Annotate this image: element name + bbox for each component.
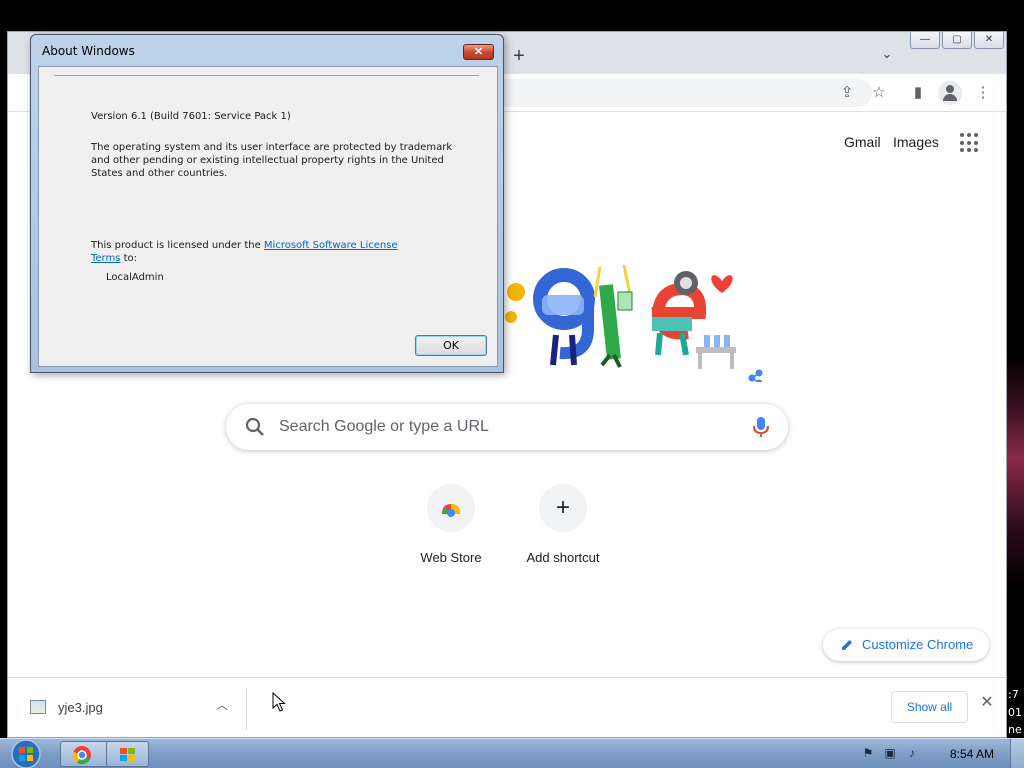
trademark-line: States and other countries. bbox=[91, 168, 228, 179]
desktop-text-fragment: ne bbox=[1008, 723, 1022, 736]
google-apps-icon[interactable] bbox=[960, 133, 980, 153]
license-terms-link[interactable]: Microsoft Software License bbox=[264, 240, 398, 251]
chrome-menu-icon[interactable]: ⋮ bbox=[972, 82, 994, 104]
windows-flag-icon bbox=[120, 748, 135, 761]
tab-search-chevron-icon[interactable]: ⌄ bbox=[878, 46, 896, 64]
bookmark-star-icon[interactable]: ☆ bbox=[868, 82, 890, 104]
search-icon bbox=[245, 417, 264, 436]
maximize-button[interactable]: ▢ bbox=[942, 32, 972, 49]
license-text: This product is licensed under the Micro… bbox=[91, 240, 398, 251]
desktop-text-fragment: :7 bbox=[1008, 688, 1019, 701]
version-text: Version 6.1 (Build 7601: Service Pack 1) bbox=[91, 111, 291, 122]
show-all-button[interactable]: Show all bbox=[891, 691, 968, 723]
minimize-button[interactable]: — bbox=[910, 32, 940, 49]
shortcut-label: Add shortcut bbox=[526, 550, 600, 565]
doodle-sun-shape bbox=[507, 283, 525, 301]
plus-icon: + bbox=[539, 484, 587, 532]
volume-icon[interactable]: ♪ bbox=[904, 745, 920, 761]
pencil-icon bbox=[842, 640, 852, 650]
taskbar: ⚑ ▣ ♪ 8:54 AM bbox=[0, 738, 1024, 768]
window-caption-buttons: — ▢ ✕ bbox=[910, 32, 1004, 50]
action-center-flag-icon[interactable]: ⚑ bbox=[860, 745, 876, 761]
network-icon[interactable]: ▣ bbox=[882, 745, 898, 761]
shelf-divider bbox=[246, 688, 247, 730]
customize-chrome-label: Customize Chrome bbox=[862, 637, 974, 652]
taskbar-clock[interactable]: 8:54 AM bbox=[950, 747, 994, 761]
shortcut-web-store[interactable]: Web Store bbox=[401, 484, 501, 565]
share-doodle-icon bbox=[748, 369, 763, 382]
google-doodle[interactable] bbox=[498, 237, 778, 382]
trademark-line: The operating system and its user interf… bbox=[91, 142, 453, 153]
divider bbox=[54, 75, 479, 76]
show-desktop-button[interactable] bbox=[1010, 739, 1024, 768]
dialog-title: About Windows bbox=[42, 44, 135, 58]
ntp-search-box[interactable]: Search Google or type a URL bbox=[226, 404, 788, 450]
close-button[interactable]: ✕ bbox=[974, 32, 1004, 49]
about-windows-dialog: About Windows ✕ Version 6.1 (Build 7601:… bbox=[30, 34, 504, 373]
side-panel-icon[interactable]: ▮ bbox=[907, 82, 929, 104]
share-icon[interactable]: ⇪ bbox=[836, 82, 858, 104]
doodle-heart-shape bbox=[711, 275, 733, 293]
licensee-name: LocalAdmin bbox=[106, 272, 164, 283]
desktop-text-fragment: 01 bbox=[1008, 706, 1022, 719]
start-button-windows-icon[interactable] bbox=[8, 739, 44, 768]
chevron-up-icon[interactable]: ︿ bbox=[214, 696, 230, 712]
microphone-icon[interactable] bbox=[750, 415, 772, 439]
download-file-name[interactable]: yje3.jpg bbox=[58, 700, 103, 715]
image-file-icon bbox=[30, 700, 46, 714]
desktop-wallpaper bbox=[1007, 0, 1024, 738]
license-terms-link[interactable]: Terms bbox=[91, 253, 120, 264]
system-tray: ⚑ ▣ ♪ bbox=[860, 745, 920, 763]
profile-avatar-icon[interactable] bbox=[938, 81, 962, 105]
download-shelf: yje3.jpg ︿ Show all ✕ bbox=[8, 677, 1006, 737]
dialog-close-button[interactable]: ✕ bbox=[463, 44, 494, 60]
taskbar-about-windows-button[interactable] bbox=[106, 741, 149, 767]
chrome-icon bbox=[72, 746, 91, 765]
shortcut-add[interactable]: + Add shortcut bbox=[513, 484, 613, 565]
license-text: Terms to: bbox=[91, 253, 138, 264]
close-shelf-icon[interactable]: ✕ bbox=[978, 694, 996, 712]
web-store-icon bbox=[427, 484, 475, 532]
new-tab-button[interactable]: + bbox=[509, 46, 529, 66]
search-placeholder: Search Google or type a URL bbox=[279, 418, 489, 435]
mouse-cursor-icon bbox=[272, 692, 286, 712]
trademark-line: and other pending or existing intellectu… bbox=[91, 155, 444, 166]
shortcut-label: Web Store bbox=[420, 550, 482, 565]
gmail-link[interactable]: Gmail bbox=[844, 134, 881, 150]
dialog-body: Version 6.1 (Build 7601: Service Pack 1)… bbox=[38, 66, 498, 367]
ok-button[interactable]: OK bbox=[415, 335, 487, 356]
customize-chrome-button[interactable]: Customize Chrome bbox=[823, 629, 989, 661]
images-link[interactable]: Images bbox=[893, 134, 939, 150]
